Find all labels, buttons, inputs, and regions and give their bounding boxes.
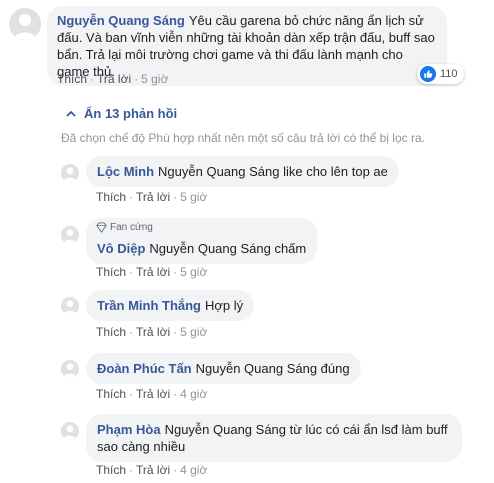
like-link[interactable]: Thích <box>96 463 126 477</box>
reply-bubble: Trần Minh Thắng Hợp lý <box>86 290 255 321</box>
reply-author[interactable]: Lộc Minh <box>97 164 154 179</box>
default-avatar-icon <box>61 422 79 440</box>
reply-author[interactable]: Đoàn Phúc Tấn <box>97 361 192 376</box>
reply-author[interactable]: Trần Minh Thắng <box>97 298 201 313</box>
default-avatar-icon <box>61 164 79 182</box>
chevron-up-icon <box>66 110 76 117</box>
reply-bubble: Đoàn Phúc Tấn Nguyễn Quang Sáng đúng <box>86 353 361 384</box>
reply-link[interactable]: Trả lời <box>136 265 170 279</box>
reply-text: Nguyễn Quang Sáng like cho lên top ae <box>158 164 388 179</box>
reaction-count-value: 110 <box>440 68 458 80</box>
like-link[interactable]: Thích <box>96 265 126 279</box>
reply-actions: Thích · Trả lời · 5 giờ <box>96 265 208 279</box>
fan-badge-label: Fan cứng <box>110 222 153 233</box>
reply-actions: Thích · Trả lời · 5 giờ <box>96 325 208 339</box>
reply-time[interactable]: 4 giờ <box>180 387 207 401</box>
comment-author[interactable]: Nguyễn Quang Sáng <box>57 13 185 28</box>
like-link[interactable]: Thích <box>96 325 126 339</box>
hide-replies-label: Ẩn 13 phản hồi <box>84 106 178 121</box>
reply-time[interactable]: 5 giờ <box>180 325 207 339</box>
avatar[interactable] <box>61 360 79 378</box>
like-reaction-icon <box>420 66 436 82</box>
default-avatar-icon <box>61 297 79 315</box>
reply-link[interactable]: Trả lời <box>136 190 170 204</box>
avatar[interactable] <box>9 8 41 40</box>
reply-link[interactable]: Trả lời <box>136 463 170 477</box>
comment-actions: Thích · Trả lời · 5 giờ <box>57 72 169 86</box>
reply-time[interactable]: 5 giờ <box>180 190 207 204</box>
like-link[interactable]: Thích <box>57 72 87 86</box>
reply-bubble: Phạm Hòa Nguyễn Quang Sáng từ lúc có cái … <box>86 414 462 462</box>
diamond-icon <box>96 222 107 233</box>
default-avatar-icon <box>9 8 41 40</box>
reply-author[interactable]: Vô Diệp <box>97 241 145 256</box>
like-link[interactable]: Thích <box>96 387 126 401</box>
like-link[interactable]: Thích <box>96 190 126 204</box>
hide-replies-toggle[interactable]: Ẩn 13 phản hồi <box>66 106 177 121</box>
reply-text: Hợp lý <box>205 298 244 313</box>
reply-actions: Thích · Trả lời · 5 giờ <box>96 190 208 204</box>
default-avatar-icon <box>61 226 79 244</box>
reply-link[interactable]: Trả lời <box>136 325 170 339</box>
reply-time[interactable]: 4 giờ <box>180 463 207 477</box>
avatar[interactable] <box>61 297 79 315</box>
reply-actions: Thích · Trả lời · 4 giờ <box>96 387 208 401</box>
avatar[interactable] <box>61 164 79 182</box>
filter-note: Đã chọn chế độ Phù hợp nhất nên một số c… <box>61 131 425 145</box>
reply-bubble: Lộc Minh Nguyễn Quang Sáng like cho lên t… <box>86 156 399 187</box>
reply-text: Nguyễn Quang Sáng chấm <box>149 241 307 256</box>
reply-time[interactable]: 5 giờ <box>180 265 207 279</box>
default-avatar-icon <box>61 360 79 378</box>
reply-actions: Thích · Trả lời · 4 giờ <box>96 463 208 477</box>
reply-link[interactable]: Trả lời <box>97 72 131 86</box>
reaction-count[interactable]: 110 <box>417 64 464 84</box>
avatar[interactable] <box>61 422 79 440</box>
reply-text: Nguyễn Quang Sáng đúng <box>195 361 350 376</box>
avatar[interactable] <box>61 226 79 244</box>
comment-time[interactable]: 5 giờ <box>141 72 168 86</box>
fan-badge[interactable]: Fan cứng <box>96 222 153 233</box>
reply-link[interactable]: Trả lời <box>136 387 170 401</box>
reply-author[interactable]: Phạm Hòa <box>97 422 161 437</box>
